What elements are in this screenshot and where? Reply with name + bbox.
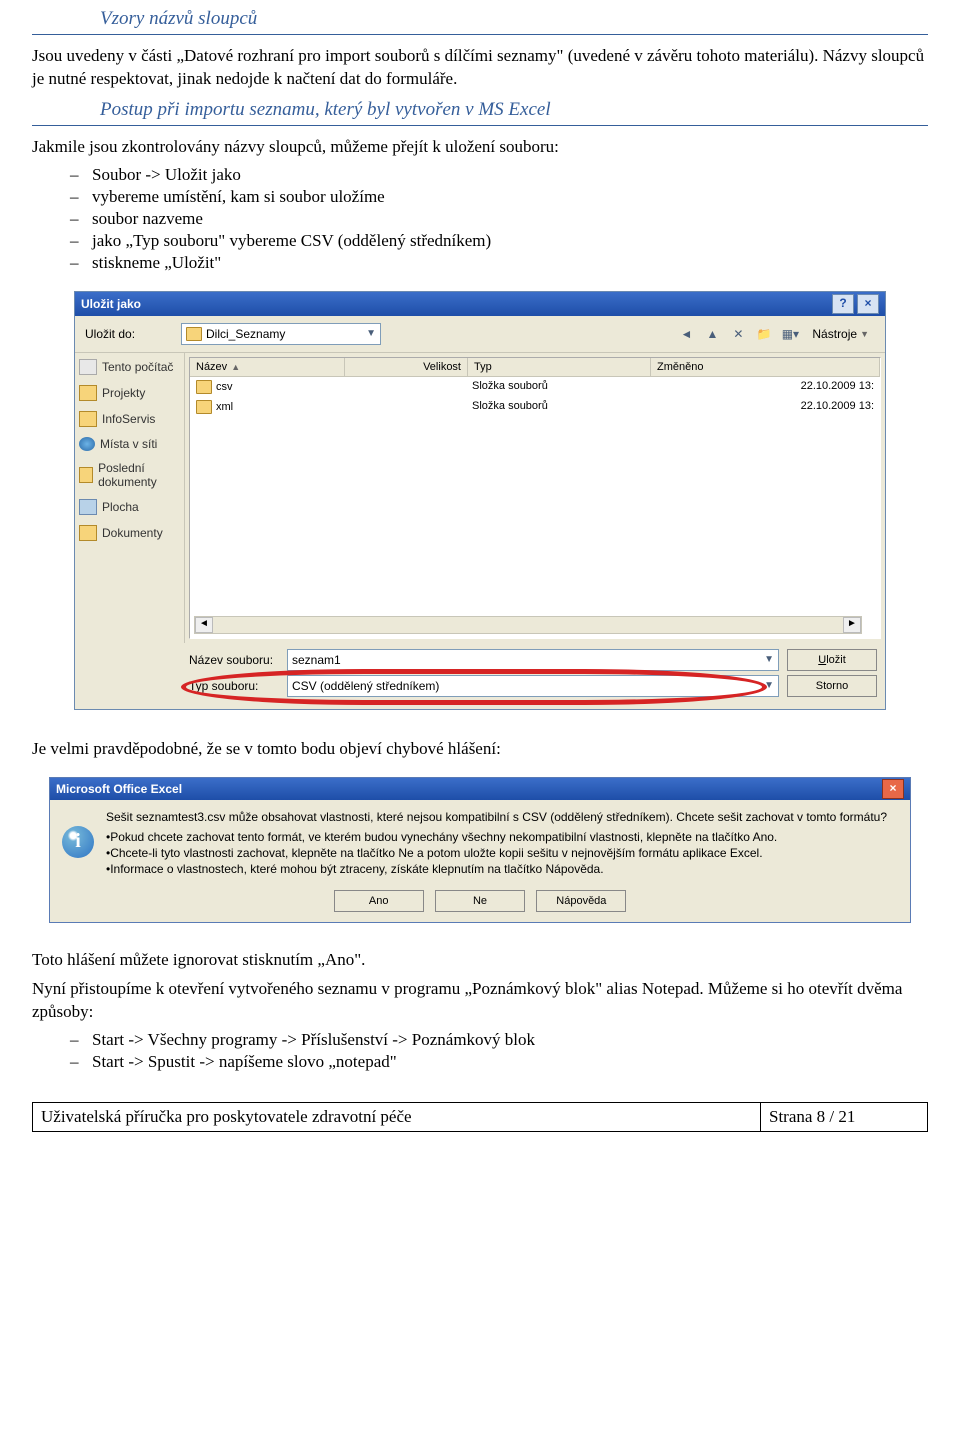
places-bar: Tento počítač Projekty InfoServis Místa …	[75, 353, 185, 643]
help-button[interactable]: Nápověda	[536, 890, 626, 912]
tools-menu[interactable]: Nástroje▼	[806, 327, 875, 341]
save-in-label: Uložit do:	[85, 327, 175, 341]
info-icon: i	[62, 826, 94, 858]
heading-postup: Postup při importu seznamu, který byl vy…	[100, 99, 928, 121]
place-recent-docs[interactable]: Poslední dokumenty	[79, 461, 180, 489]
cancel-button[interactable]: Storno	[787, 675, 877, 697]
views-icon[interactable]: ▦▾	[780, 325, 800, 343]
close-icon[interactable]: ×	[857, 294, 879, 314]
list-item: soubor nazveme	[70, 209, 928, 229]
list-item: jako „Typ souboru" vybereme CSV (oddělen…	[70, 231, 928, 251]
place-documents[interactable]: Dokumenty	[79, 525, 180, 541]
folder-icon	[196, 400, 212, 414]
table-row[interactable]: xml Složka souborů 22.10.2009 13:	[190, 397, 880, 417]
folder-icon	[79, 411, 97, 427]
filetype-label: Typ souboru:	[189, 679, 279, 693]
chevron-down-icon: ▼	[764, 654, 774, 665]
delete-icon[interactable]: ✕	[728, 325, 748, 343]
para-intro-1: Jsou uvedeny v části „Datové rozhraní pr…	[32, 45, 928, 91]
msgbox-bullets: Pokud chcete zachovat tento formát, ve k…	[106, 830, 887, 876]
list-item: vybereme umístění, kam si soubor uložíme	[70, 187, 928, 207]
para-notepad: Nyní přistoupíme k otevření vytvořeného …	[32, 978, 928, 1024]
folder-icon	[79, 467, 93, 483]
file-list[interactable]: Název ▲ Velikost Typ Změněno csv Složka …	[189, 357, 881, 639]
chevron-down-icon: ▼	[366, 328, 376, 339]
para-error-intro: Je velmi pravděpodobné, že se v tomto bo…	[32, 738, 928, 761]
heading-rule	[32, 34, 928, 35]
save-button[interactable]: UUložitložit	[787, 649, 877, 671]
dialog-bottom: Název souboru: seznam1▼ UUložitložit Typ…	[75, 643, 885, 709]
horizontal-scrollbar[interactable]: ◄ ►	[194, 616, 862, 634]
list-item: Start -> Všechny programy -> Příslušenst…	[70, 1030, 928, 1050]
msgbox-text: Sešit seznamtest3.csv může obsahovat vla…	[106, 810, 887, 824]
desktop-icon	[79, 499, 97, 515]
chevron-down-icon: ▼	[764, 680, 774, 691]
dialog-toolbar: Uložit do: Dilci_Seznamy ▼ ◄ ▲ ✕ 📁 ▦▾ Ná…	[75, 316, 885, 353]
save-in-value: Dilci_Seznamy	[206, 327, 285, 341]
folder-icon	[196, 380, 212, 394]
sort-asc-icon: ▲	[231, 362, 240, 372]
filename-label: Název souboru:	[189, 653, 279, 667]
msgbox-titlebar: Microsoft Office Excel ×	[50, 778, 910, 800]
heading-vzory: Vzory názvů sloupců	[100, 8, 928, 30]
footer-title: Uživatelská příručka pro poskytovatele z…	[33, 1103, 761, 1131]
place-infoservis[interactable]: InfoServis	[79, 411, 180, 427]
back-icon[interactable]: ◄	[676, 325, 696, 343]
place-network[interactable]: Místa v síti	[79, 437, 180, 451]
up-icon[interactable]: ▲	[702, 325, 722, 343]
no-button[interactable]: Ne	[435, 890, 525, 912]
list-item: Soubor -> Uložit jako	[70, 165, 928, 185]
para-intro-2: Jakmile jsou zkontrolovány názvy sloupců…	[32, 136, 928, 159]
filename-input[interactable]: seznam1▼	[287, 649, 779, 671]
dialog-titlebar: Uložit jako ? ×	[75, 292, 885, 316]
scroll-right-icon[interactable]: ►	[843, 617, 861, 633]
pc-icon	[79, 359, 97, 375]
list-item: stiskneme „Uložit"	[70, 253, 928, 273]
page-footer: Uživatelská příručka pro poskytovatele z…	[32, 1102, 928, 1132]
place-desktop[interactable]: Plocha	[79, 499, 180, 515]
filetype-combo[interactable]: CSV (oddělený středníkem)▼	[287, 675, 779, 697]
new-folder-icon[interactable]: 📁	[754, 325, 774, 343]
place-projects[interactable]: Projekty	[79, 385, 180, 401]
list-item: Informace o vlastnostech, které mohou bý…	[106, 862, 887, 876]
para-ignore: Toto hlášení můžete ignorovat stisknutím…	[32, 949, 928, 972]
list-item: Chcete-li tyto vlastnosti zachovat, klep…	[106, 846, 887, 860]
heading-rule-2	[32, 125, 928, 126]
save-in-combo[interactable]: Dilci_Seznamy ▼	[181, 323, 381, 345]
steps-list-1: Soubor -> Uložit jako vybereme umístění,…	[70, 165, 928, 273]
msgbox-title: Microsoft Office Excel	[56, 782, 182, 796]
folder-icon	[79, 525, 97, 541]
dialog-save-as: Uložit jako ? × Uložit do: Dilci_Seznamy…	[74, 291, 886, 710]
dialog-title: Uložit jako	[81, 297, 141, 311]
steps-list-2: Start -> Všechny programy -> Příslušenst…	[70, 1030, 928, 1072]
list-item: Start -> Spustit -> napíšeme slovo „note…	[70, 1052, 928, 1072]
footer-page: Strana 8 / 21	[761, 1103, 927, 1131]
list-item: Pokud chcete zachovat tento formát, ve k…	[106, 830, 887, 844]
close-icon[interactable]: ×	[882, 779, 904, 799]
folder-icon	[79, 385, 97, 401]
yes-button[interactable]: Ano	[334, 890, 424, 912]
globe-icon	[79, 437, 95, 451]
help-icon[interactable]: ?	[832, 294, 854, 314]
place-this-pc[interactable]: Tento počítač	[79, 359, 180, 375]
scroll-left-icon[interactable]: ◄	[195, 617, 213, 633]
dialog-message: Microsoft Office Excel × i Sešit seznamt…	[49, 777, 911, 923]
table-row[interactable]: csv Složka souborů 22.10.2009 13:	[190, 377, 880, 397]
folder-icon	[186, 327, 202, 341]
file-list-header: Název ▲ Velikost Typ Změněno	[190, 358, 880, 377]
